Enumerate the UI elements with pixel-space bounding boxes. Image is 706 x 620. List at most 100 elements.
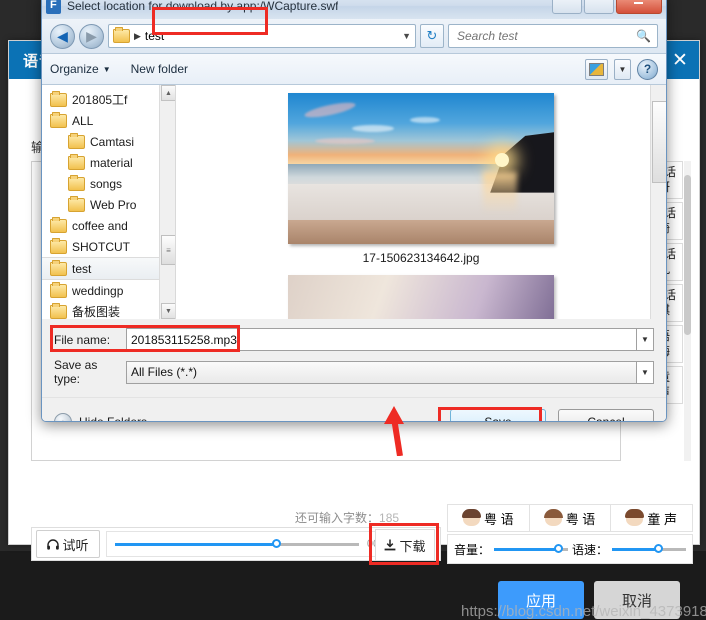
tree-item[interactable]: SHOTCUT xyxy=(42,236,175,257)
chevron-down-icon: ▼ xyxy=(102,64,111,74)
tree-item-selected[interactable]: test xyxy=(42,257,175,280)
minimize-icon[interactable] xyxy=(552,0,582,14)
tree-item[interactable]: coffee and xyxy=(42,215,175,236)
voice-quick-option[interactable]: 粤 语 xyxy=(447,504,530,532)
cancel-button[interactable]: Cancel xyxy=(558,408,654,421)
folder-icon xyxy=(68,195,85,212)
forward-button[interactable]: ▶ xyxy=(79,23,104,49)
tree-item[interactable]: 201805工f xyxy=(42,89,175,110)
apply-button[interactable]: 应用 xyxy=(498,581,584,619)
tree-item-label: SHOTCUT xyxy=(72,239,130,254)
tree-item[interactable]: weddingp xyxy=(42,280,175,301)
tree-item[interactable]: ALL xyxy=(42,110,175,131)
tree-item[interactable]: material xyxy=(42,152,175,173)
voice-quick-label: 粤 语 xyxy=(565,511,596,527)
chevron-down-icon[interactable]: ▼ xyxy=(402,31,411,41)
back-button[interactable]: ◀ xyxy=(50,23,75,49)
hide-folders-label: Hide Folders xyxy=(79,415,148,422)
audio-settings-row: 音量： 语速： xyxy=(447,534,693,564)
search-box[interactable]: 🔍 xyxy=(448,24,658,48)
volume-slider[interactable] xyxy=(494,543,568,553)
avatar-icon xyxy=(462,508,482,526)
speed-label: 语速： xyxy=(572,542,609,557)
chevron-down-icon[interactable]: ▼ xyxy=(614,58,631,80)
close-icon[interactable]: ✕ xyxy=(667,47,693,73)
cancel-button[interactable]: 取消 xyxy=(594,581,680,619)
forward-icon: ▶ xyxy=(86,28,97,44)
filename-input[interactable]: 201853115258.mp3 xyxy=(126,328,637,351)
tree-scroll-thumb[interactable]: ≡ xyxy=(161,235,175,265)
dialog-toolbar: Organize ▼ New folder ▼ ? xyxy=(42,53,666,85)
file-list-scroll-thumb[interactable] xyxy=(652,101,666,183)
playback-slider[interactable] xyxy=(115,538,359,548)
footer-buttons: Save Cancel xyxy=(450,408,654,421)
dialog-titlebar: Select location for download by app:/WCa… xyxy=(42,0,666,19)
tree-item[interactable]: songs xyxy=(42,173,175,194)
folder-icon xyxy=(68,132,85,149)
folder-icon xyxy=(50,237,67,254)
speed-slider[interactable] xyxy=(612,543,686,553)
breadcrumb-separator-icon: ▶ xyxy=(134,30,141,41)
new-folder-button[interactable]: New folder xyxy=(131,62,188,76)
voice-quick-option[interactable]: 粤 语 xyxy=(529,504,612,532)
char-count-label: 还可输入字数： xyxy=(295,511,380,525)
speed-slider-knob[interactable] xyxy=(653,543,663,553)
folder-icon xyxy=(68,174,85,191)
tree-item-label: Web Pro xyxy=(90,197,137,212)
chevron-down-icon[interactable]: ▼ xyxy=(637,328,654,351)
tree-scrollbar[interactable]: ▲ ≡ ▼ xyxy=(159,85,175,319)
maximize-icon[interactable] xyxy=(584,0,614,14)
tree-item-label: ALL xyxy=(72,113,94,128)
filename-label: File name: xyxy=(54,332,111,347)
voice-quick-option[interactable]: 童 声 xyxy=(611,504,694,532)
volume-label: 音量： xyxy=(454,542,491,557)
close-icon[interactable] xyxy=(616,0,662,14)
address-bar[interactable]: ▶ test ▼ xyxy=(108,24,416,48)
tree-item[interactable]: Web Pro xyxy=(42,194,175,215)
tree-item-label: 201805工f xyxy=(72,93,128,107)
dialog-title: Select location for download by app:/WCa… xyxy=(67,0,339,13)
file-item[interactable]: 17-150623134642.jpg xyxy=(288,93,554,265)
tree-item-label: test xyxy=(72,261,92,276)
chevron-down-icon[interactable]: ▼ xyxy=(637,360,654,384)
tree-item-label: songs xyxy=(90,176,123,191)
scroll-down-icon[interactable]: ▼ xyxy=(161,303,175,319)
voice-quick-row: 粤 语 粤 语 童 声 xyxy=(447,504,694,532)
hide-folders-button[interactable]: ▲ Hide Folders xyxy=(54,413,148,422)
search-icon: 🔍 xyxy=(636,29,651,43)
search-input[interactable] xyxy=(455,28,637,44)
breadcrumb-current[interactable]: test xyxy=(145,29,164,43)
tree-item-label: Camtasi xyxy=(90,134,135,149)
tree-item[interactable]: 备板图装 xyxy=(42,301,175,319)
file-name-label: 17-150623134642.jpg xyxy=(362,251,480,265)
scroll-up-icon[interactable]: ▲ xyxy=(161,85,175,101)
organize-menu[interactable]: Organize ▼ xyxy=(50,62,111,76)
folder-icon xyxy=(113,27,130,43)
folder-icon xyxy=(50,111,67,128)
view-mode-icon[interactable] xyxy=(585,58,608,80)
tree-item[interactable]: Camtasi xyxy=(42,131,175,152)
folder-icon xyxy=(50,302,67,319)
avatar-icon xyxy=(543,508,563,526)
folder-tree[interactable]: 201805工f ALL Camtasi material songs Web … xyxy=(42,85,176,319)
folder-icon xyxy=(50,259,67,276)
file-thumbnail-partial[interactable] xyxy=(288,275,554,319)
voice-list-scrollbar[interactable] xyxy=(684,161,691,461)
flash-icon xyxy=(46,0,61,14)
file-list-scrollbar[interactable] xyxy=(650,85,666,319)
volume-slider-knob[interactable] xyxy=(553,543,563,553)
tree-item-label: weddingp xyxy=(72,283,124,298)
savetype-row: Save as type: All Files (*.*) ▼ xyxy=(54,358,654,386)
back-icon: ◀ xyxy=(57,28,68,44)
tree-item-label: coffee and xyxy=(72,218,128,233)
refresh-button[interactable]: ↻ xyxy=(420,24,444,48)
file-list[interactable]: 17-150623134642.jpg xyxy=(176,85,666,319)
folder-icon xyxy=(50,216,67,233)
playback-slider-knob[interactable] xyxy=(271,538,281,548)
save-file-dialog: Select location for download by app:/WCa… xyxy=(41,0,667,422)
save-button[interactable]: Save xyxy=(450,408,546,421)
audition-button[interactable]: 试听 xyxy=(36,530,100,558)
savetype-select[interactable]: All Files (*.*) xyxy=(126,360,637,384)
help-icon[interactable]: ? xyxy=(637,58,658,80)
savetype-label: Save as type: xyxy=(54,358,98,386)
